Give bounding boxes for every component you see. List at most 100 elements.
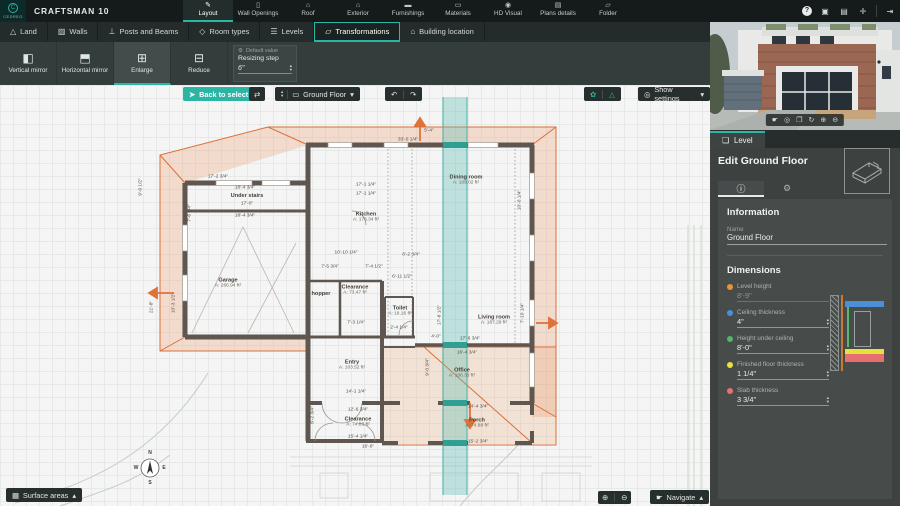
divider — [876, 5, 877, 17]
color-dot — [727, 335, 733, 342]
tab-folder[interactable]: ▱ Folder — [583, 0, 633, 22]
tool-walls[interactable]: ▨ Walls — [48, 22, 99, 42]
walkthrough-icon[interactable]: ☛ — [772, 116, 778, 124]
navigate-button[interactable]: ☛ Navigate ▴ — [650, 490, 710, 504]
back-to-select-button[interactable]: ➤ Back to select — [183, 87, 255, 101]
floor-icon: ▭ — [292, 89, 300, 99]
tab-roof[interactable]: ⌂ Roof — [283, 0, 333, 22]
tab-roof-icon: ⌂ — [305, 2, 311, 9]
feedback-icon[interactable]: ▣ — [819, 7, 831, 16]
tab-layout-label: Layout — [198, 10, 218, 17]
tab-materials-label: Materials — [445, 10, 471, 17]
zoom-out-icon[interactable]: ⊖ — [621, 493, 627, 502]
value-stepper[interactable]: ▴ ▾ — [827, 343, 829, 352]
undo-redo-group: ↶ ↷ — [385, 87, 423, 101]
snapshot-icon[interactable]: ❐ — [796, 116, 802, 124]
tool-posts-beams[interactable]: ⊥ Posts and Beams — [98, 22, 190, 42]
value-stepper[interactable]: ▴ ▾ — [827, 369, 829, 378]
preview-toolbar: ☛ ◎ ❐ ↻ ⊕ ⊖ — [765, 114, 845, 126]
zoom-in-icon[interactable]: ⊕ — [820, 116, 826, 124]
horizontal-mirror-tool-label: Horizontal mirror — [61, 66, 109, 74]
tab-exterior[interactable]: ⌂ Exterior — [333, 0, 383, 22]
show-settings-button[interactable]: ◎ Show settings ▾ — [638, 85, 710, 103]
dimension-row-header: Height under ceiling — [727, 335, 835, 342]
resizing-step-label: Resizing step — [238, 55, 279, 62]
eye-icon: ◎ — [644, 89, 651, 99]
save-icon[interactable]: ▤ — [838, 7, 850, 16]
undo-icon[interactable]: ↶ — [391, 90, 397, 99]
dimension-value[interactable]: 4" — [737, 317, 744, 326]
redo-icon[interactable]: ↷ — [410, 90, 416, 99]
floorplan-drawing — [14, 97, 702, 506]
floor-selector[interactable]: ▴ ▾ ▭ Ground Floor ▾ — [275, 87, 360, 101]
tab-plans-details[interactable]: ▤ Plans details — [533, 0, 583, 22]
tool-transformations-label: Transformations — [335, 27, 390, 36]
vegetation-icon[interactable]: ✿ — [590, 90, 596, 99]
horizontal-mirror-tool[interactable]: ⬒ Horizontal mirror — [57, 42, 114, 85]
tool-posts-beams-label: Posts and Beams — [119, 26, 179, 36]
tool-room-types-label: Room types — [209, 26, 250, 36]
exit-icon[interactable]: ⇥ — [884, 7, 896, 16]
dimension-label: Finished floor thickness — [737, 361, 804, 368]
tool-land-label: Land — [20, 26, 37, 36]
chevron-down-icon: ▾ — [700, 89, 704, 99]
dimension-value-line: 1 1/4" ▴ ▾ — [737, 368, 829, 380]
right-panel: ☛◎❐↻⊕⊖ ❏ Level Edit Ground Floor ⓘ — [710, 22, 900, 506]
dimension-value[interactable]: 8'-0" — [737, 343, 752, 352]
enlarge-tool[interactable]: ⊞ Enlarge — [114, 42, 171, 85]
info-section: Information Name Ground Floor Dimensions… — [718, 199, 892, 499]
eye-icon[interactable]: ◎ — [784, 116, 790, 124]
enlarge-tool-icon: ⊞ — [136, 50, 148, 65]
dimension-value[interactable]: 3 3/4" — [737, 395, 756, 404]
dimension-value-line: 8'-0" ▴ ▾ — [737, 342, 829, 354]
settings-tab[interactable]: ⚙ — [764, 181, 810, 197]
tab-furnishings[interactable]: ▬ Furnishings — [383, 0, 433, 22]
floorplan-canvas[interactable]: Under stairs Garage A: 266.94 ft² Kitchen A:… — [0, 85, 710, 506]
color-dot — [727, 387, 733, 394]
tab-layout[interactable]: ✎ Layout — [183, 0, 233, 22]
level-panel-body: Edit Ground Floor ⓘ ⚙ Information Name G… — [710, 148, 900, 506]
tab-layout-icon: ✎ — [205, 2, 211, 9]
tab-hd-visual[interactable]: ◉ HD Visual — [483, 0, 533, 22]
tool-levels[interactable]: ☰ Levels — [260, 22, 315, 42]
value-stepper[interactable]: ▴ ▾ — [827, 317, 829, 326]
tool-room-types[interactable]: ◇ Room types — [189, 22, 261, 42]
resizing-step-input[interactable]: 6" — [238, 65, 244, 72]
dimension-row-header: Finished floor thickness — [727, 361, 835, 368]
level-tab[interactable]: ❏ Level — [710, 130, 765, 149]
dimension-row-header: Slab thickness — [727, 387, 835, 394]
transform-tools: ◧ Vertical mirror ⬒ Horizontal mirror ⊞ Enlar… — [0, 42, 228, 85]
help-icon[interactable]: ? — [802, 6, 812, 16]
dimension-value-line: 4" ▴ ▾ — [737, 316, 829, 328]
resizing-step-stepper[interactable]: ▴ ▾ — [290, 63, 292, 72]
fullscreen-icon[interactable]: ✛ — [857, 7, 869, 16]
tool-transformations[interactable]: ▱ Transformations — [314, 22, 401, 42]
tab-materials[interactable]: ▭ Materials — [433, 0, 483, 22]
3d-preview[interactable]: ☛ ◎ ❐ ↻ ⊕ ⊖ — [710, 22, 900, 130]
horizontal-mirror-tool-icon: ⬒ — [79, 50, 91, 65]
orbit-icon[interactable]: ↻ — [809, 116, 815, 124]
info-tab[interactable]: ⓘ — [718, 181, 764, 197]
level-thumbnail[interactable] — [844, 148, 890, 194]
swap-view-button[interactable]: ⇄ — [249, 87, 266, 101]
chevron-up-icon: ▴ — [699, 492, 704, 502]
tab-roof-label: Roof — [301, 10, 315, 17]
info-icon: ⓘ — [736, 183, 746, 194]
reduce-tool[interactable]: ⊟ Reduce — [171, 42, 228, 85]
terrain-icon[interactable]: △ — [609, 90, 615, 99]
vertical-mirror-tool[interactable]: ◧ Vertical mirror — [0, 42, 57, 85]
tab-exterior-label: Exterior — [347, 10, 369, 17]
value-stepper[interactable]: ▴ ▾ — [827, 395, 829, 404]
enlarge-tool-label: Enlarge — [131, 66, 153, 74]
zoom-in-icon[interactable]: ⊕ — [602, 493, 608, 502]
surface-areas-button[interactable]: ▦ Surface areas ▴ — [6, 488, 83, 502]
dimension-value[interactable]: 1 1/4" — [737, 369, 756, 378]
tool-building-location[interactable]: ⌂ Building location — [400, 22, 485, 42]
cedreo-logo[interactable]: C CEDREO — [0, 0, 26, 22]
zoom-out-icon[interactable]: ⊖ — [832, 116, 838, 124]
name-input[interactable]: Ground Floor — [727, 233, 887, 245]
floor-stepper[interactable]: ▴ ▾ — [281, 89, 283, 98]
tab-wall-openings[interactable]: ▯ Wall Openings — [233, 0, 283, 22]
tool-room-types-icon: ◇ — [199, 26, 206, 36]
tool-land[interactable]: △ Land — [0, 22, 48, 42]
